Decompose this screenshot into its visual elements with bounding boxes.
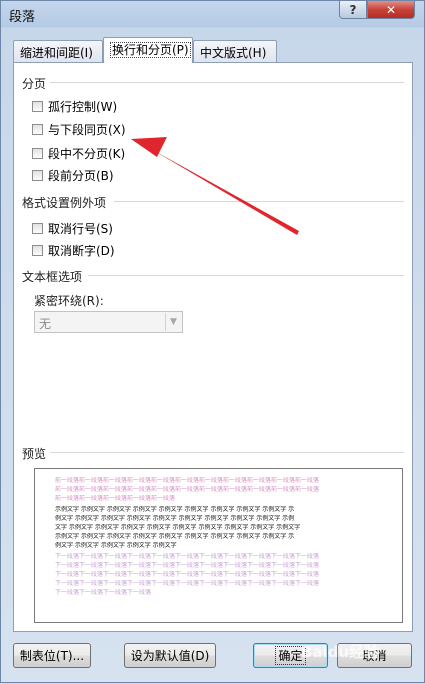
preview-next-line: 下一段落下一段落下一段落下一段落下一段落下一段落下一段落下一段落下一段落下一段落… — [55, 571, 320, 578]
checkbox-box[interactable] — [32, 245, 43, 256]
tab-asian-typography[interactable]: 中文版式(H) — [193, 40, 277, 62]
keep-lines-together-checkbox[interactable]: 段中不分页(K) — [32, 145, 125, 162]
checkbox-label: 孤行控制(W) — [48, 100, 118, 114]
preview-sample-line: 示例文字 示例文字 示例文字 示例文字 示例文字 示例文字 示例文字 示例文字 … — [55, 533, 295, 540]
preview-prev-line: 前一段落前一段落前一段落前一段落前一段落前一段落前一段落前一段落前一段落前一段落… — [55, 477, 320, 484]
tab-line-page-breaks[interactable]: 换行和分页(P) — [103, 37, 193, 63]
divider — [114, 201, 404, 202]
checkbox-box[interactable] — [32, 124, 43, 135]
checkbox-box[interactable] — [32, 148, 43, 159]
checkbox-label: 与下段同页(X) — [48, 123, 126, 137]
checkbox-label: 段中不分页(K) — [48, 147, 126, 161]
textbox-options-heading: 文本框选项 — [22, 270, 83, 284]
checkbox-label: 段前分页(B) — [48, 169, 114, 183]
page-break-before-checkbox[interactable]: 段前分页(B) — [32, 167, 114, 184]
select-value: 无 — [39, 317, 52, 331]
ok-label: 确定 — [275, 646, 306, 665]
preview-sample-line: 文字 示例文字 示例文字 示例文字 示例文字 示例文字 示例文字 示例文字 示例… — [55, 524, 301, 531]
widow-control-checkbox[interactable]: 孤行控制(W) — [32, 98, 117, 115]
tab-label: 换行和分页(P) — [110, 42, 191, 58]
preview-heading: 预览 — [22, 447, 47, 461]
dialog-title: 段落 — [9, 10, 36, 25]
preview-next-line: 下一段落下一段落下一段落下一段落下一段落下一段落下一段落下一段落下一段落下一段落… — [55, 553, 320, 560]
set-default-button[interactable]: 设为默认值(D) — [124, 643, 216, 668]
tight-wrap-select[interactable]: 无 ▼ — [34, 311, 183, 333]
preview-next-line: 下一段落下一段落下一段落下一段落下一段落下一段落下一段落下一段落下一段落下一段落… — [55, 562, 320, 569]
help-button[interactable]: ? — [339, 1, 367, 19]
close-icon: ✕ — [385, 2, 397, 17]
tabs-button[interactable]: 制表位(T)... — [13, 643, 91, 668]
preview-prev-line: 前一段落前一段落前一段落前一段落前一段落 — [55, 495, 176, 502]
checkbox-label: 取消行号(S) — [48, 222, 113, 236]
preview-next-line: 下一段落下一段落下一段落下一段落 — [55, 589, 152, 596]
suppress-line-numbers-checkbox[interactable]: 取消行号(S) — [32, 220, 113, 237]
preview-sample-line: 例文字 示例文字 示例文字 示例文字 示例文字 — [55, 542, 177, 549]
paragraph-dialog: 段落 ? ✕ 缩进和间距(I) 换行和分页(P) 中文版式(H) 分页 孤行控制… — [0, 0, 425, 683]
preview-next-line: 下一段落下一段落下一段落下一段落下一段落下一段落下一段落下一段落下一段落下一段落… — [55, 580, 320, 587]
tab-label: 中文版式(H) — [200, 46, 267, 60]
preview-prev-line: 前一段落前一段落前一段落前一段落前一段落前一段落前一段落前一段落前一段落前一段落… — [55, 486, 320, 493]
checkbox-box[interactable] — [32, 170, 43, 181]
preview-sample-line: 示例文字 示例文字 示例文字 示例文字 示例文字 示例文字 示例文字 示例文字 … — [55, 506, 295, 513]
chevron-down-icon[interactable]: ▼ — [165, 313, 181, 331]
close-button[interactable]: ✕ — [367, 1, 415, 19]
tight-wrap-label: 紧密环绕(R): — [34, 294, 104, 308]
cancel-button[interactable]: 取消 — [337, 643, 412, 668]
keep-with-next-checkbox[interactable]: 与下段同页(X) — [32, 121, 126, 138]
format-exceptions-heading: 格式设置例外项 — [22, 196, 107, 210]
tab-label: 缩进和间距(I) — [20, 46, 93, 60]
tab-panel: 分页 孤行控制(W) 与下段同页(X) 段中不分页(K) 段前分页(B) 格式设… — [13, 62, 413, 632]
checkbox-box[interactable] — [32, 101, 43, 112]
ok-button[interactable]: 确定 — [253, 643, 328, 668]
divider — [50, 452, 404, 453]
divider — [88, 275, 404, 276]
divider — [50, 82, 404, 83]
pagination-heading: 分页 — [22, 77, 47, 91]
dont-hyphenate-checkbox[interactable]: 取消断字(D) — [32, 242, 115, 259]
preview-sample-line: 例文字 示例文字 示例文字 示例文字 示例文字 示例文字 示例文字 示例文字 示… — [55, 515, 295, 522]
preview-box: 前一段落前一段落前一段落前一段落前一段落前一段落前一段落前一段落前一段落前一段落… — [34, 468, 403, 623]
checkbox-label: 取消断字(D) — [48, 244, 115, 258]
tab-indents-spacing[interactable]: 缩进和间距(I) — [13, 40, 103, 62]
checkbox-box[interactable] — [32, 223, 43, 234]
